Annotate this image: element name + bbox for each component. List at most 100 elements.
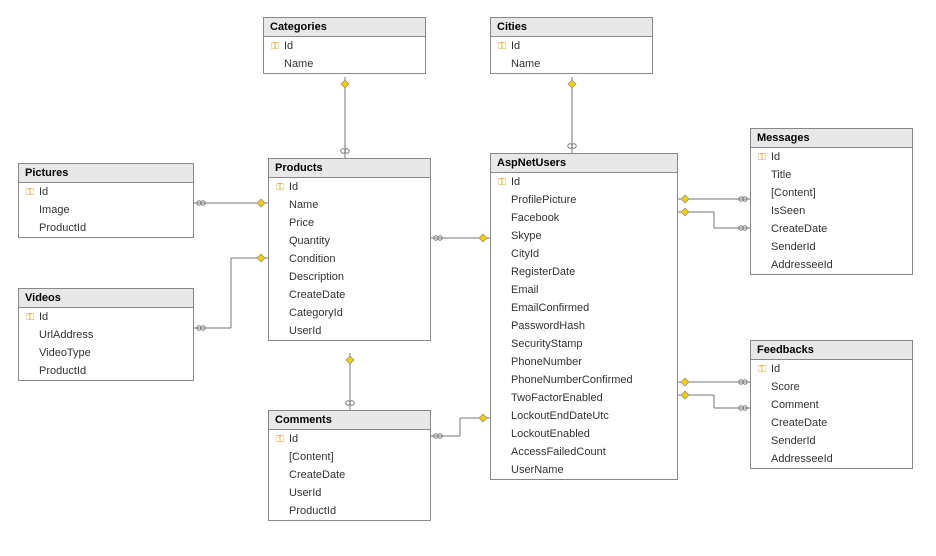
- column-icon: ⚿: [495, 393, 509, 404]
- table-column[interactable]: ⚿Email: [491, 281, 677, 299]
- table-column[interactable]: ⚿Id: [491, 173, 677, 191]
- table-column[interactable]: ⚿Image: [19, 201, 193, 219]
- table-column[interactable]: ⚿SenderId: [751, 238, 912, 256]
- table-column[interactable]: ⚿Id: [491, 37, 652, 55]
- column-name: UserId: [287, 325, 321, 337]
- table-column[interactable]: ⚿TwoFactorEnabled: [491, 389, 677, 407]
- table-column[interactable]: ⚿[Content]: [751, 184, 912, 202]
- table-column[interactable]: ⚿RegisterDate: [491, 263, 677, 281]
- column-name: LockoutEnabled: [509, 428, 590, 440]
- table-column[interactable]: ⚿Id: [269, 178, 430, 196]
- column-name: [Content]: [287, 451, 334, 463]
- column-name: LockoutEndDateUtc: [509, 410, 609, 422]
- table-column[interactable]: ⚿Description: [269, 268, 430, 286]
- column-name: PasswordHash: [509, 320, 585, 332]
- primary-key-icon: ⚿: [495, 41, 509, 52]
- table-column[interactable]: ⚿Name: [269, 196, 430, 214]
- column-icon: ⚿: [273, 308, 287, 319]
- table-column[interactable]: ⚿SecurityStamp: [491, 335, 677, 353]
- table-column[interactable]: ⚿UserName: [491, 461, 677, 479]
- table-column[interactable]: ⚿EmailConfirmed: [491, 299, 677, 317]
- table-column[interactable]: ⚿ProductId: [269, 502, 430, 520]
- table-column[interactable]: ⚿Comment: [751, 396, 912, 414]
- table-column[interactable]: ⚿Id: [19, 183, 193, 201]
- table-column[interactable]: ⚿LockoutEndDateUtc: [491, 407, 677, 425]
- column-icon: ⚿: [23, 330, 37, 341]
- column-icon: ⚿: [273, 272, 287, 283]
- table-column[interactable]: ⚿ProfilePicture: [491, 191, 677, 209]
- table-column[interactable]: ⚿UserId: [269, 484, 430, 502]
- table-header[interactable]: AspNetUsers: [491, 154, 677, 173]
- column-name: PhoneNumber: [509, 356, 582, 368]
- table-column[interactable]: ⚿AddresseeId: [751, 256, 912, 274]
- column-icon: ⚿: [273, 452, 287, 463]
- table-column[interactable]: ⚿Condition: [269, 250, 430, 268]
- table-header[interactable]: Products: [269, 159, 430, 178]
- table-column[interactable]: ⚿SenderId: [751, 432, 912, 450]
- table-column[interactable]: ⚿PhoneNumberConfirmed: [491, 371, 677, 389]
- table-column[interactable]: ⚿Quantity: [269, 232, 430, 250]
- table-column[interactable]: ⚿Id: [751, 360, 912, 378]
- table-column[interactable]: ⚿IsSeen: [751, 202, 912, 220]
- table-column[interactable]: ⚿Skype: [491, 227, 677, 245]
- table-aspnetusers[interactable]: AspNetUsers⚿Id⚿ProfilePicture⚿Facebook⚿S…: [490, 153, 678, 480]
- table-videos[interactable]: Videos⚿Id⚿UrlAddress⚿VideoType⚿ProductId: [18, 288, 194, 381]
- column-name: Id: [509, 40, 520, 52]
- table-column[interactable]: ⚿VideoType: [19, 344, 193, 362]
- table-messages[interactable]: Messages⚿Id⚿Title⚿[Content]⚿IsSeen⚿Creat…: [750, 128, 913, 275]
- table-comments[interactable]: Comments⚿Id⚿[Content]⚿CreateDate⚿UserId⚿…: [268, 410, 431, 521]
- table-feedbacks[interactable]: Feedbacks⚿Id⚿Score⚿Comment⚿CreateDate⚿Se…: [750, 340, 913, 469]
- table-column[interactable]: ⚿Id: [19, 308, 193, 326]
- table-column[interactable]: ⚿Id: [751, 148, 912, 166]
- table-column[interactable]: ⚿UrlAddress: [19, 326, 193, 344]
- table-column[interactable]: ⚿AddresseeId: [751, 450, 912, 468]
- column-name: Id: [282, 40, 293, 52]
- table-column[interactable]: ⚿Id: [264, 37, 425, 55]
- table-column[interactable]: ⚿Title: [751, 166, 912, 184]
- table-column[interactable]: ⚿CreateDate: [269, 466, 430, 484]
- table-column[interactable]: ⚿AccessFailedCount: [491, 443, 677, 461]
- column-name: Id: [509, 176, 520, 188]
- table-column[interactable]: ⚿UserId: [269, 322, 430, 340]
- table-column[interactable]: ⚿PasswordHash: [491, 317, 677, 335]
- table-column[interactable]: ⚿CreateDate: [751, 220, 912, 238]
- table-column[interactable]: ⚿Price: [269, 214, 430, 232]
- table-column[interactable]: ⚿LockoutEnabled: [491, 425, 677, 443]
- column-name: Score: [769, 381, 800, 393]
- table-pictures[interactable]: Pictures⚿Id⚿Image⚿ProductId: [18, 163, 194, 238]
- table-header[interactable]: Messages: [751, 129, 912, 148]
- table-header[interactable]: Pictures: [19, 164, 193, 183]
- table-products[interactable]: Products⚿Id⚿Name⚿Price⚿Quantity⚿Conditio…: [268, 158, 431, 341]
- primary-key-icon: ⚿: [755, 364, 769, 375]
- column-name: Name: [287, 199, 318, 211]
- column-name: Id: [287, 181, 298, 193]
- table-header[interactable]: Videos: [19, 289, 193, 308]
- column-icon: ⚿: [495, 357, 509, 368]
- table-column[interactable]: ⚿ProductId: [19, 362, 193, 380]
- table-column[interactable]: ⚿CityId: [491, 245, 677, 263]
- table-column[interactable]: ⚿ProductId: [19, 219, 193, 237]
- table-header[interactable]: Categories: [264, 18, 425, 37]
- column-name: SenderId: [769, 435, 816, 447]
- table-header[interactable]: Comments: [269, 411, 430, 430]
- table-header[interactable]: Cities: [491, 18, 652, 37]
- column-name: Id: [37, 311, 48, 323]
- table-column[interactable]: ⚿CreateDate: [751, 414, 912, 432]
- table-column[interactable]: ⚿[Content]: [269, 448, 430, 466]
- column-name: Name: [509, 58, 540, 70]
- column-name: Quantity: [287, 235, 330, 247]
- table-categories[interactable]: Categories⚿Id⚿Name: [263, 17, 426, 74]
- table-column[interactable]: ⚿Facebook: [491, 209, 677, 227]
- column-icon: ⚿: [755, 436, 769, 447]
- column-icon: ⚿: [273, 506, 287, 517]
- table-column[interactable]: ⚿Name: [264, 55, 425, 73]
- table-cities[interactable]: Cities⚿Id⚿Name: [490, 17, 653, 74]
- table-header[interactable]: Feedbacks: [751, 341, 912, 360]
- column-icon: ⚿: [755, 170, 769, 181]
- table-column[interactable]: ⚿Score: [751, 378, 912, 396]
- table-column[interactable]: ⚿Name: [491, 55, 652, 73]
- table-column[interactable]: ⚿PhoneNumber: [491, 353, 677, 371]
- table-column[interactable]: ⚿Id: [269, 430, 430, 448]
- table-column[interactable]: ⚿CreateDate: [269, 286, 430, 304]
- table-column[interactable]: ⚿CategoryId: [269, 304, 430, 322]
